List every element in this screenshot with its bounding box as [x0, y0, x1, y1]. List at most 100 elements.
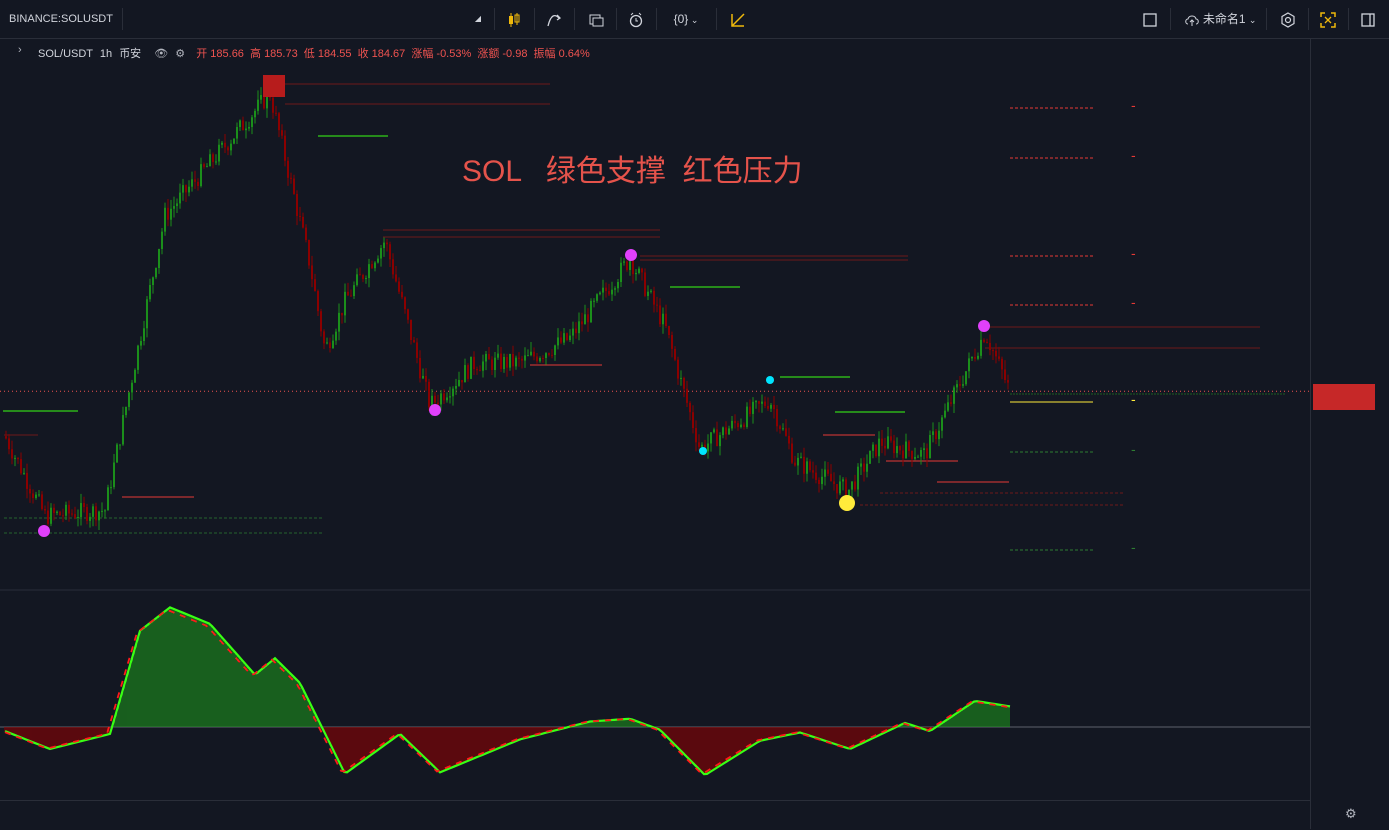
interval-1q[interactable]	[416, 0, 442, 38]
candle-up	[377, 258, 379, 263]
candle-up	[470, 356, 472, 379]
candle-down	[830, 473, 832, 482]
interval-1y[interactable]	[444, 0, 470, 38]
right-panel-toggle-icon[interactable]	[1354, 0, 1382, 38]
interval-dropdown-icon[interactable]: ◢	[470, 0, 486, 38]
candle-up	[842, 479, 844, 482]
collapse-chevron-icon[interactable]: ›	[18, 44, 22, 56]
candle-down	[641, 268, 643, 273]
candle-up	[14, 457, 16, 459]
layout-save-button[interactable]: 未命名1 ⌄	[1178, 0, 1262, 38]
candle-up	[35, 494, 37, 499]
candle-up	[248, 126, 250, 129]
candle-down	[989, 342, 991, 351]
candle-down	[512, 353, 514, 367]
candle-up	[578, 321, 580, 334]
candle-down	[689, 402, 691, 413]
candle-up	[740, 424, 742, 428]
candle-down	[293, 178, 295, 194]
candle-up	[173, 206, 175, 209]
candle-down	[893, 440, 895, 454]
chevron-down-icon: ⌄	[1248, 15, 1257, 25]
candle-down	[314, 279, 316, 292]
candle-down	[698, 442, 700, 447]
level-dash: -	[1131, 294, 1136, 310]
candle-up	[956, 384, 958, 388]
high-value: 185.73	[264, 48, 298, 60]
axis-settings-icon[interactable]: ⚙	[1345, 806, 1357, 822]
candle-down	[776, 409, 778, 427]
candle-down	[890, 436, 892, 441]
candle-up	[866, 463, 868, 472]
candle-down	[419, 357, 421, 379]
candle-down	[809, 461, 811, 471]
indicators-template-button[interactable]: {0} ⌄	[664, 0, 708, 38]
candle-down	[644, 272, 646, 296]
interval-1w[interactable]	[354, 0, 380, 38]
candle-up	[965, 371, 967, 385]
candle-up	[332, 340, 334, 349]
open-label: 开	[196, 48, 208, 60]
time-axis[interactable]	[0, 800, 1310, 830]
candle-down	[737, 423, 739, 428]
candle-down	[899, 446, 901, 451]
candle-down	[542, 357, 544, 359]
candle-up	[230, 143, 232, 151]
candle-down	[278, 113, 280, 131]
candle-down	[290, 177, 292, 179]
price-axis[interactable]	[1310, 39, 1389, 829]
candle-down	[788, 435, 790, 444]
candle-up	[236, 127, 238, 139]
drawing-tool-icon[interactable]	[724, 0, 752, 38]
candle-down	[815, 472, 817, 480]
candle-up	[731, 420, 733, 429]
candle-down	[659, 305, 661, 325]
candle-up	[221, 142, 223, 145]
interval-1m[interactable]	[130, 0, 156, 38]
candle-up	[905, 441, 907, 459]
interval-1M[interactable]	[386, 0, 412, 38]
candle-up	[200, 164, 202, 187]
compare-icon[interactable]	[582, 0, 610, 38]
settings-icon[interactable]: ⚙	[175, 48, 185, 60]
candle-down	[194, 179, 196, 182]
candle-up	[380, 248, 382, 259]
interval-4h[interactable]	[294, 0, 320, 38]
change-pct-value: -0.53%	[436, 48, 472, 60]
candle-up	[353, 285, 355, 297]
interval-15m[interactable]	[228, 0, 254, 38]
candle-down	[317, 291, 319, 312]
screenshot-crop-icon[interactable]	[1314, 0, 1342, 38]
candle-down	[371, 264, 373, 269]
candle-up	[482, 361, 484, 371]
candle-up	[101, 510, 103, 512]
oscillator-slow-line	[4, 608, 1010, 775]
candle-up	[782, 428, 784, 430]
candle-up	[857, 466, 859, 490]
interval-3m[interactable]	[162, 0, 188, 38]
swing-marker	[429, 404, 441, 416]
candle-down	[197, 181, 199, 187]
candle-up	[944, 410, 946, 418]
change-pct-label: 涨幅	[411, 48, 434, 60]
alert-clock-icon[interactable]	[622, 0, 650, 38]
candle-up	[938, 430, 940, 440]
settings-gear-icon[interactable]	[1274, 0, 1302, 38]
interval-5m[interactable]	[194, 0, 220, 38]
interval-1h[interactable]	[266, 0, 292, 38]
symbol-search-button[interactable]: BINANCE:SOLUSDT	[6, 0, 116, 38]
candle-up	[554, 345, 556, 356]
interval-1d[interactable]	[324, 0, 350, 38]
candle-down	[347, 291, 349, 296]
fullscreen-icon[interactable]	[1136, 0, 1164, 38]
eye-icon[interactable]: 👁	[154, 48, 168, 60]
candle-down	[62, 515, 64, 517]
candle-down	[764, 401, 766, 406]
legend-interval: 1h	[99, 48, 113, 60]
candle-down	[884, 445, 886, 449]
indicator-function-icon[interactable]	[540, 0, 568, 38]
candle-down	[167, 207, 169, 220]
candle-down	[608, 291, 610, 295]
candle-style-icon[interactable]	[500, 0, 528, 38]
candle-up	[152, 277, 154, 285]
